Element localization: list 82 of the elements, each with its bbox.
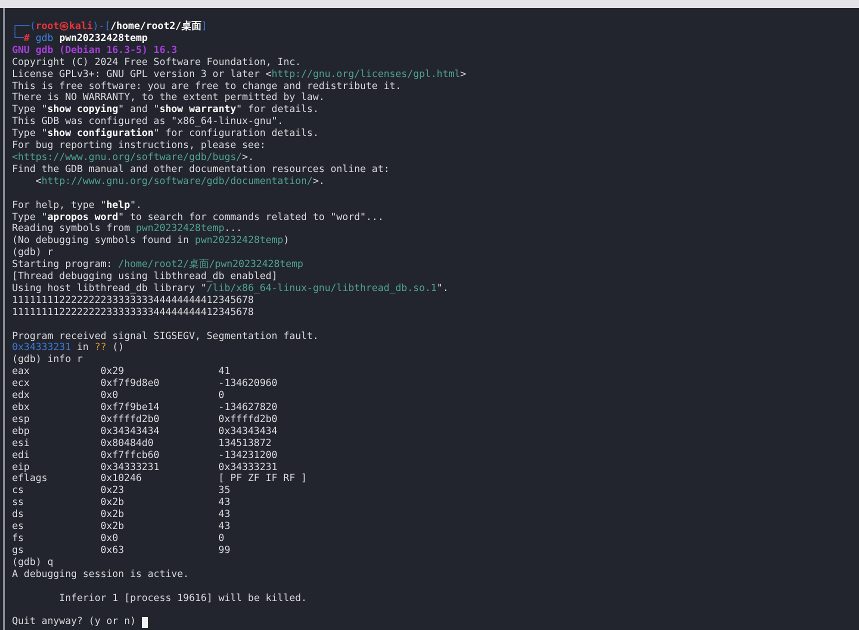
terminal-line: GNU gdb (Debian 16.3-5) 16.3: [12, 44, 178, 57]
register-natural-value: 43: [218, 521, 232, 533]
register-hex-value: 0x2b: [100, 509, 126, 522]
register-hex-value: 0x0: [100, 390, 120, 402]
terminal-line: Find the GDB manual and other documentation resources online at:: [12, 164, 390, 176]
register-name: ss: [12, 497, 25, 510]
register-hex-value: 0x2b: [100, 521, 126, 533]
register-natural-value: 41: [218, 366, 232, 378]
terminal-line: 0x34333231 in ?? (): [12, 342, 124, 354]
register-natural-value: -134627820: [218, 402, 278, 414]
terminal-line: Type "show copying" and "show warranty" for details.: [12, 104, 319, 116]
register-name: cs: [12, 485, 25, 498]
register-hex-value: 0xf7ffcb60: [100, 450, 160, 462]
register-name: eflags: [12, 473, 48, 486]
terminal-line: Copyright (C) 2024 Free Software Foundation, Inc.: [12, 56, 302, 69]
register-natural-value: 43: [218, 509, 232, 522]
register-natural-value: 0: [218, 532, 226, 545]
register-name: gs: [12, 544, 25, 557]
terminal-line: Type "show configuration" for configuration details.: [12, 128, 319, 140]
register-name: ds: [12, 509, 25, 522]
terminal-line: There is NO WARRANTY, to the extent permitted by law.: [12, 92, 325, 104]
terminal-line: For bug reporting instructions, please see:: [12, 140, 266, 152]
register-hex-value: 0x0: [100, 532, 120, 545]
register-hex-value: 0x34333231: [100, 462, 160, 474]
register-natural-value: 0: [218, 390, 226, 402]
register-hex-value: 0x23: [100, 485, 126, 498]
terminal-line: A debugging session is active.: [12, 568, 189, 581]
terminal-line: This is free software: you are free to change and redistribute it.: [12, 80, 402, 92]
terminal-line: (gdb) q: [12, 556, 54, 569]
register-hex-value: 0x63: [100, 544, 126, 557]
register-name: ebx: [12, 402, 31, 414]
terminal-line: This GDB was configured as "x86_64-linux-gnu".: [12, 116, 284, 128]
terminal-line: Quit anyway? (y or n): [12, 616, 137, 628]
url-link[interactable]: https://www.gnu.org/software/gdb/bugs/: [18, 152, 242, 163]
register-name: eip: [12, 462, 31, 474]
register-natural-value: 35: [218, 485, 232, 498]
register-name: edx: [12, 390, 31, 402]
terminal-line: Inferior 1 [process 19616] will be killed.: [58, 592, 307, 604]
terminal-line: (gdb) info r: [12, 354, 83, 366]
terminal-line: (No debugging symbols found in pwn20232428temp): [12, 235, 290, 248]
register-name: fs: [12, 532, 25, 545]
terminal-line: Using host libthread_db library "/lib/x86_64-linux-gnu/libthread_db.so.1".: [12, 282, 448, 295]
terminal-line: License GPLv3+: GNU GPL version 3 or later <http://gnu.org/licenses/gpl.html>: [12, 68, 466, 81]
register-natural-value: 0x34343434: [218, 426, 278, 438]
terminal-line: ┌──(root㉿kali)-[/home/root2/桌面]: [12, 21, 208, 32]
register-name: esp: [12, 414, 31, 426]
register-natural-value: 0xffffd2b0: [218, 414, 278, 426]
register-natural-value: 134513872: [218, 438, 273, 450]
terminal-line: <https://www.gnu.org/software/gdb/bugs/>.: [12, 152, 254, 164]
register-natural-value: [ PF ZF IF RF ]: [218, 473, 308, 486]
register-name: ebp: [12, 426, 31, 438]
register-hex-value: 0x80484d0: [100, 438, 155, 450]
terminal-line: └─# gdb pwn20232428temp: [12, 32, 148, 45]
terminal-line: (gdb) r: [12, 247, 54, 260]
register-natural-value: -134620960: [218, 378, 278, 390]
register-name: es: [12, 521, 25, 533]
register-name: eax: [12, 366, 31, 378]
register-hex-value: 0x29: [100, 366, 126, 378]
register-hex-value: 0x34343434: [100, 426, 160, 438]
terminal-line: <http://www.gnu.org/software/gdb/documentation/>.: [34, 176, 325, 188]
register-natural-value: 0x34333231: [218, 462, 278, 474]
terminal-line: [Thread debugging using libthread_db enabled]: [12, 271, 278, 283]
terminal-line: 11111111222222223333333344444444412345678: [12, 294, 254, 307]
terminal-line: Reading symbols from pwn20232428temp...: [12, 223, 242, 236]
register-name: edi: [12, 450, 31, 462]
register-natural-value: 99: [218, 544, 232, 557]
url-link[interactable]: http://www.gnu.org/software/gdb/documentation/: [42, 176, 313, 187]
register-hex-value: 0xf7f9d8e0: [100, 378, 160, 390]
register-hex-value: 0x2b: [100, 497, 126, 510]
register-hex-value: 0xffffd2b0: [100, 414, 160, 426]
url-link[interactable]: http://gnu.org/licenses/gpl.html: [272, 68, 460, 80]
terminal-line: Starting program: /home/root2/桌面/pwn20232428temp: [12, 259, 304, 272]
register-hex-value: 0x10246: [100, 473, 143, 486]
register-name: ecx: [12, 378, 31, 390]
register-natural-value: -134231200: [218, 450, 278, 462]
register-name: esi: [12, 438, 31, 450]
register-natural-value: 43: [218, 497, 232, 510]
terminal-line: Type "apropos word" to search for commands related to "word"...: [12, 212, 384, 224]
terminal-line: 11111111222222223333333344444444412345678: [12, 306, 254, 319]
register-hex-value: 0xf7f9be14: [100, 402, 160, 414]
terminal-line: Program received signal SIGSEGV, Segmentation fault.: [12, 330, 319, 342]
terminal-line: For help, type "help".: [12, 200, 142, 212]
